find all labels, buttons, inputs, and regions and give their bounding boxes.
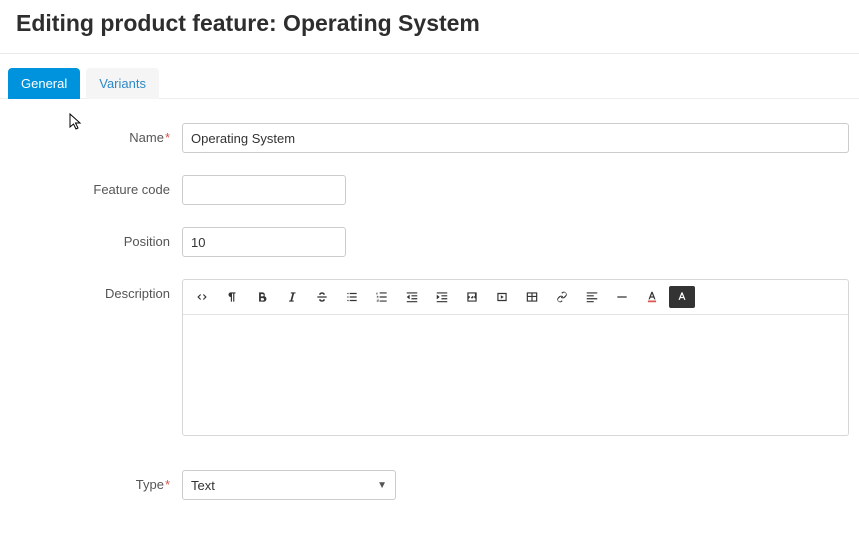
- link-icon[interactable]: [549, 286, 575, 308]
- editor-toolbar: [183, 280, 848, 315]
- feature-code-input[interactable]: [182, 175, 346, 205]
- strike-icon[interactable]: [309, 286, 335, 308]
- video-icon[interactable]: [489, 286, 515, 308]
- bold-icon[interactable]: [249, 286, 275, 308]
- italic-icon[interactable]: [279, 286, 305, 308]
- feature-code-label: Feature code: [0, 175, 182, 197]
- outdent-icon[interactable]: [399, 286, 425, 308]
- position-input[interactable]: [182, 227, 346, 257]
- type-select-value: Text: [191, 478, 215, 493]
- hr-icon[interactable]: [609, 286, 635, 308]
- description-label: Description: [0, 279, 182, 301]
- chevron-down-icon: ▼: [377, 480, 387, 491]
- tabs: General Variants: [0, 54, 859, 99]
- form: Name* Feature code Position Description: [0, 99, 859, 500]
- name-label: Name*: [0, 123, 182, 145]
- code-view-icon[interactable]: [189, 286, 215, 308]
- bg-color-icon[interactable]: [669, 286, 695, 308]
- ol-icon[interactable]: [369, 286, 395, 308]
- rich-text-editor: [182, 279, 849, 436]
- indent-icon[interactable]: [429, 286, 455, 308]
- text-color-icon[interactable]: [639, 286, 665, 308]
- tab-general[interactable]: General: [8, 68, 80, 99]
- image-icon[interactable]: [459, 286, 485, 308]
- table-icon[interactable]: [519, 286, 545, 308]
- page-title: Editing product feature: Operating Syste…: [16, 10, 843, 37]
- name-input[interactable]: [182, 123, 849, 153]
- position-label: Position: [0, 227, 182, 249]
- description-textarea[interactable]: [183, 315, 848, 435]
- type-select[interactable]: Text ▼: [182, 470, 396, 500]
- paragraph-icon[interactable]: [219, 286, 245, 308]
- tab-variants[interactable]: Variants: [86, 68, 159, 99]
- type-label: Type*: [0, 470, 182, 492]
- ul-icon[interactable]: [339, 286, 365, 308]
- align-icon[interactable]: [579, 286, 605, 308]
